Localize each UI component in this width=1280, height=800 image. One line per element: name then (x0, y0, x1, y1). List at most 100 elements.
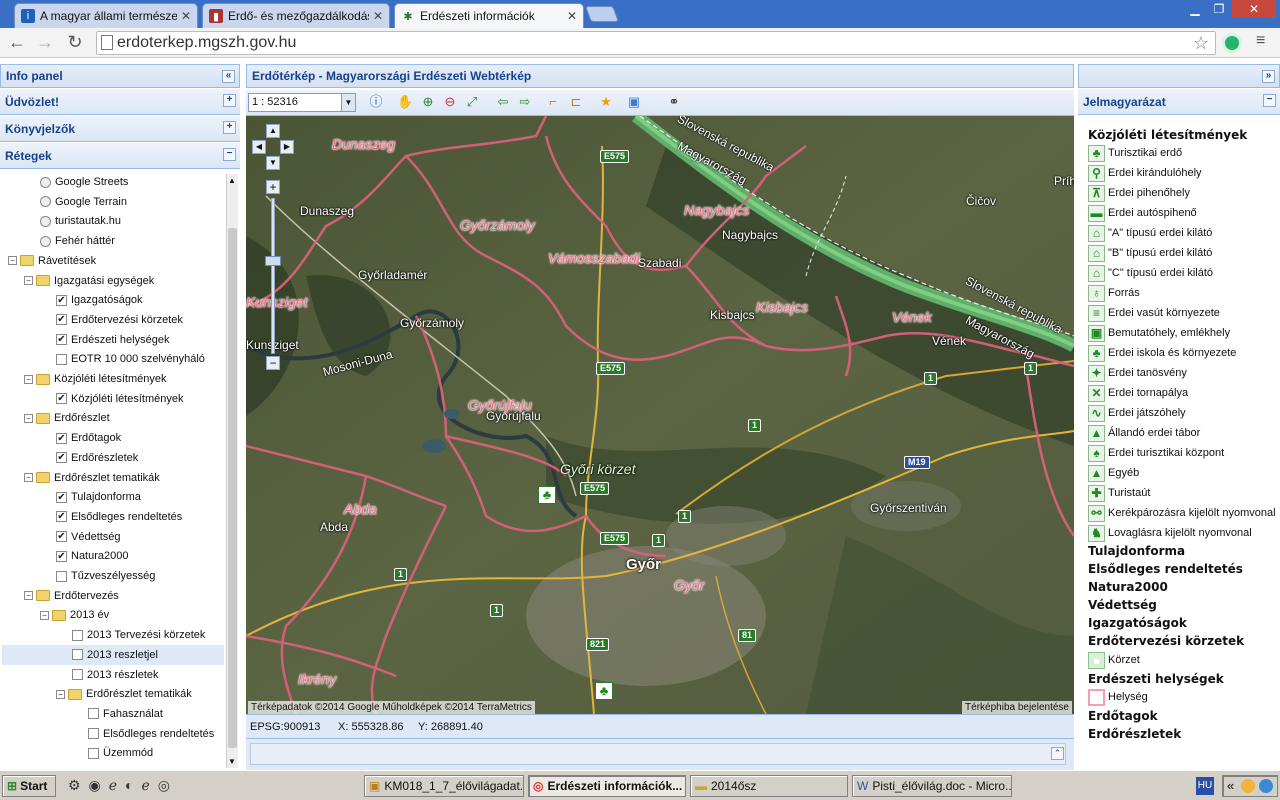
bookmark-star-icon[interactable]: ☆ (1193, 33, 1209, 54)
layer-tree-item[interactable]: EOTR 10 000 szelvényháló (2, 349, 224, 369)
layer-checkbox[interactable]: ✔ (56, 393, 67, 405)
layer-checkbox[interactable]: ✔ (56, 314, 67, 326)
url-field[interactable]: erdoterkep.mgszh.gov.hu ☆ (96, 31, 1216, 55)
layer-radio[interactable] (40, 235, 51, 247)
layer-tree-item[interactable]: − Erdőrészlet tematikák (2, 468, 224, 488)
print-map-icon[interactable]: ▣ (626, 94, 642, 110)
zoom-in-icon[interactable]: ⊕ (420, 94, 436, 110)
layer-tree-item[interactable]: 2013 részletek (2, 665, 224, 685)
layer-checkbox[interactable]: ✔ (56, 432, 67, 444)
layer-checkbox[interactable] (88, 708, 99, 720)
collapse-node-icon[interactable]: − (40, 610, 49, 620)
collapse-node-icon[interactable]: − (24, 591, 33, 601)
layer-tree-item[interactable]: 2013 Tervezési körzetek (2, 625, 224, 645)
close-window-icon[interactable]: ✕ (1232, 0, 1276, 18)
quick-launch-icons[interactable]: ⚙◉ℯ◐ℯ◎ (68, 777, 178, 794)
info-icon[interactable]: ⓘ (368, 94, 384, 110)
collapse-icon[interactable]: − (1263, 94, 1276, 107)
collapse-node-icon[interactable]: − (24, 413, 33, 423)
collapse-node-icon[interactable]: − (24, 374, 33, 384)
map-canvas[interactable]: Dunaszeg Győrladamér Győrzámoly Kunsziget Na… (246, 116, 1074, 714)
measure-icon[interactable]: ⌐ (545, 94, 561, 110)
layer-tree-item[interactable]: − Közjóléti létesítmények (2, 369, 224, 389)
tray-app-icon[interactable] (1241, 779, 1255, 793)
layer-checkbox[interactable] (56, 570, 67, 582)
layer-tree-item[interactable]: ✔ Erdészeti helységek (2, 330, 224, 350)
layer-checkbox[interactable] (88, 728, 99, 740)
scroll-down-icon[interactable]: ▼ (228, 757, 236, 766)
layer-checkbox[interactable] (72, 649, 83, 661)
collapse-node-icon[interactable]: − (24, 276, 33, 285)
layer-checkbox[interactable]: ✔ (56, 294, 67, 306)
report-map-error-link[interactable]: Térképhiba bejelentése (962, 701, 1072, 714)
layer-checkbox[interactable]: ✔ (56, 452, 67, 464)
forward-icon[interactable]: → (34, 32, 56, 53)
layer-tree-scrollbar[interactable]: ▲ ▼ (226, 174, 238, 768)
layer-tree-item[interactable]: turistautak.hu (2, 211, 224, 231)
layer-checkbox[interactable] (88, 747, 99, 759)
layer-tree-item[interactable]: Tűzveszélyesség (2, 566, 224, 586)
scroll-up-icon[interactable]: ▲ (228, 176, 236, 185)
collapse-left-icon[interactable]: « (222, 70, 235, 83)
layer-tree-item[interactable]: ✔ Védettség (2, 527, 224, 547)
tray-app-icon[interactable] (1259, 779, 1273, 793)
restore-icon[interactable]: ❐ (1208, 0, 1230, 18)
taskbar-item-3[interactable]: ▬ 2014ősz (690, 775, 848, 797)
tray-expand-icon[interactable]: « (1227, 778, 1234, 793)
browser-tab-1[interactable]: i A magyar állami természetvé ✕ (14, 3, 198, 28)
zoom-out-map-icon[interactable]: − (266, 356, 280, 370)
new-tab-button[interactable] (585, 6, 619, 22)
collapse-icon[interactable]: − (223, 148, 236, 161)
layer-radio[interactable] (40, 176, 51, 188)
close-tab-icon[interactable]: ✕ (181, 9, 191, 23)
layer-radio[interactable] (40, 196, 51, 208)
scroll-thumb[interactable] (228, 228, 237, 748)
pan-right-icon[interactable]: ▶ (280, 140, 294, 154)
collapse-node-icon[interactable]: − (8, 256, 17, 266)
previous-view-icon[interactable]: ⇦ (495, 94, 511, 110)
layer-radio[interactable] (40, 215, 51, 227)
layer-tree-item[interactable]: ✔ Natura2000 (2, 546, 224, 566)
zoom-slider-handle[interactable] (265, 256, 281, 266)
browser-tab-2[interactable]: ▮ Erdő- és mezőgazdálkodása ✕ (202, 3, 390, 28)
forest-marker-icon[interactable]: ♣ (595, 682, 613, 700)
layer-tree-item[interactable]: Fehér háttér (2, 231, 224, 251)
welcome-section[interactable]: Üdvözlet! + (0, 89, 240, 115)
back-icon[interactable]: ← (6, 32, 28, 53)
layer-checkbox[interactable] (56, 353, 67, 365)
layer-tree-item[interactable]: − 2013 év (2, 605, 224, 625)
next-view-icon[interactable]: ⇨ (517, 94, 533, 110)
pan-down-icon[interactable]: ▼ (266, 156, 280, 170)
pan-left-icon[interactable]: ◀ (252, 140, 266, 154)
layer-checkbox[interactable]: ✔ (56, 491, 67, 503)
pan-up-icon[interactable]: ▲ (266, 124, 280, 138)
layer-checkbox[interactable]: ✔ (56, 334, 67, 346)
reload-icon[interactable]: ↻ (64, 32, 86, 53)
zoom-in-map-icon[interactable]: + (266, 180, 280, 194)
zoom-slider-track[interactable] (271, 198, 275, 354)
layer-checkbox[interactable]: ✔ (56, 531, 67, 543)
area-icon[interactable]: ⊏ (568, 94, 584, 110)
minimize-icon[interactable]: ▁ (1184, 0, 1206, 18)
zoom-extent-icon[interactable]: ⤢ (464, 94, 480, 110)
binoculars-icon[interactable]: ⚭ (666, 94, 682, 110)
pan-hand-icon[interactable]: ✋ (397, 94, 413, 110)
close-tab-icon[interactable]: ✕ (373, 9, 383, 23)
layer-checkbox[interactable] (72, 669, 83, 680)
close-tab-icon[interactable]: ✕ (567, 9, 577, 23)
layers-section[interactable]: Rétegek − (0, 143, 240, 169)
collapse-node-icon[interactable]: − (24, 473, 33, 482)
expand-up-icon[interactable]: ⌃ (1051, 747, 1064, 760)
language-indicator[interactable]: HU (1196, 777, 1214, 795)
layer-tree-item[interactable]: ✔ Elsődleges rendeltetés (2, 507, 224, 527)
layer-tree-item[interactable]: Elsődleges rendeltetés (2, 724, 224, 744)
taskbar-item-1[interactable]: ▣ KM018_1_7_élővilágadat... (364, 775, 524, 797)
layer-tree-item[interactable]: ✔ Közjóléti létesítmények (2, 389, 224, 409)
collapse-right-icon[interactable]: » (1262, 70, 1275, 83)
collapse-node-icon[interactable]: − (56, 689, 65, 699)
taskbar-item-4[interactable]: W Pisti_élővilág.doc - Micro... (852, 775, 1012, 797)
bookmarks-section[interactable]: Könyvjelzők + (0, 116, 240, 142)
layer-tree-item[interactable]: Google Streets (2, 174, 224, 192)
layer-tree-item[interactable]: − Erdőtervezés (2, 586, 224, 606)
expand-icon[interactable]: + (223, 121, 236, 134)
